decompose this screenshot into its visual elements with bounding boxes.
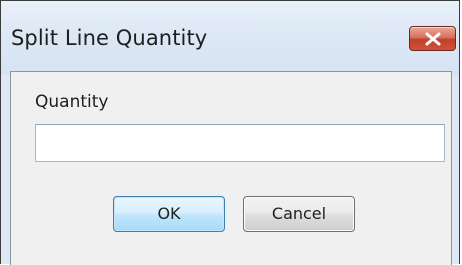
quantity-input[interactable] (35, 124, 445, 162)
title-bar[interactable]: Split Line Quantity (1, 1, 459, 75)
dialog-body: Quantity OK Cancel (10, 71, 452, 265)
quantity-label: Quantity (35, 92, 109, 112)
window-title: Split Line Quantity (11, 26, 208, 50)
cancel-button[interactable]: Cancel (243, 196, 355, 232)
close-button[interactable] (409, 26, 456, 51)
ok-button[interactable]: OK (113, 196, 225, 232)
dialog-window: Split Line Quantity Quantity OK Cancel (0, 0, 460, 265)
close-icon (425, 32, 441, 46)
